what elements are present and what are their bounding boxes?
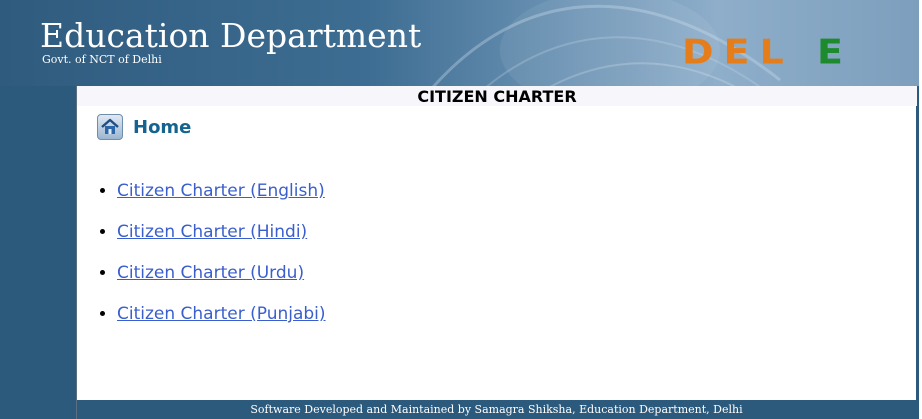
dele-logo: DEL E <box>682 32 853 72</box>
site-title: Education Department <box>40 16 422 55</box>
logo-part-2: E <box>816 32 853 72</box>
home-label[interactable]: Home <box>133 117 191 138</box>
list-item: Citizen Charter (Punjabi) <box>117 304 326 345</box>
charter-link-list: Citizen Charter (English) Citizen Charte… <box>77 181 326 345</box>
footer-credit: Software Developed and Maintained by Sam… <box>76 400 916 419</box>
list-item: Citizen Charter (Urdu) <box>117 263 326 304</box>
header-banner: Education Department Govt. of NCT of Del… <box>0 0 919 86</box>
list-item: Citizen Charter (English) <box>117 181 326 222</box>
citizen-charter-urdu-link[interactable]: Citizen Charter (Urdu) <box>117 263 304 283</box>
citizen-charter-hindi-link[interactable]: Citizen Charter (Hindi) <box>117 222 307 242</box>
citizen-charter-punjabi-link[interactable]: Citizen Charter (Punjabi) <box>117 304 326 324</box>
home-icon[interactable] <box>97 114 123 140</box>
logo-part-1: DEL <box>682 32 794 72</box>
citizen-charter-english-link[interactable]: Citizen Charter (English) <box>117 181 325 201</box>
left-sidebar <box>0 86 76 419</box>
main-content: CITIZEN CHARTER Home Citizen Charter (En… <box>76 86 917 400</box>
home-link[interactable]: Home <box>97 112 191 142</box>
right-border <box>916 86 919 419</box>
site-subtitle: Govt. of NCT of Delhi <box>42 53 162 66</box>
list-item: Citizen Charter (Hindi) <box>117 222 326 263</box>
page-title: CITIZEN CHARTER <box>77 86 917 106</box>
